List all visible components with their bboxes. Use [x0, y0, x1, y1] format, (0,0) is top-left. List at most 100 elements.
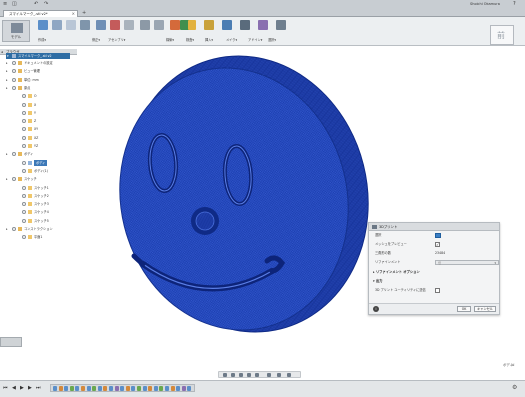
shell-tool-icon[interactable]: [124, 20, 134, 30]
new-component-tool-icon[interactable]: [154, 20, 164, 30]
go-to-end-icon[interactable]: ⏭: [36, 385, 41, 391]
view-cube[interactable]: 前: [490, 25, 514, 45]
visibility-eye-icon[interactable]: [22, 160, 26, 165]
fillet-tool-icon[interactable]: [110, 20, 120, 30]
collapse-browser-icon[interactable]: ◂: [1, 49, 3, 55]
browser-item[interactable]: Z: [22, 118, 77, 124]
step-back-icon[interactable]: ◀: [12, 385, 16, 391]
expand-triangle-icon[interactable]: ▸: [6, 85, 8, 91]
browser-item[interactable]: ▸ 単位: mm: [6, 77, 77, 83]
group-inspect[interactable]: 検査▾: [186, 37, 194, 42]
timeline-settings-icon[interactable]: ⚙: [512, 384, 517, 391]
timeline-feature-icon[interactable]: [181, 386, 186, 391]
visibility-eye-icon[interactable]: [22, 119, 26, 124]
timeline-feature-icon[interactable]: [53, 386, 57, 391]
timeline-feature-icon[interactable]: [69, 386, 74, 391]
visibility-eye-icon[interactable]: [22, 110, 26, 115]
timeline-feature-icon[interactable]: [176, 386, 181, 391]
go-to-start-icon[interactable]: ⏮: [3, 385, 8, 391]
info-icon[interactable]: i: [373, 306, 379, 312]
look-at-icon[interactable]: [231, 373, 235, 377]
browser-item[interactable]: スケッチ3: [22, 201, 77, 207]
browser-item[interactable]: ▸ コンストラクション: [6, 226, 77, 232]
expand-triangle-icon[interactable]: ▸: [6, 226, 8, 232]
fit-icon[interactable]: [255, 373, 259, 377]
browser-item[interactable]: XZ: [22, 135, 77, 141]
browser-item[interactable]: ▸ ドキュメントの設定: [6, 60, 77, 66]
timeline-feature-icon[interactable]: [153, 386, 158, 391]
output-section[interactable]: ▾ 出力: [373, 278, 382, 285]
timeline-feature-icon[interactable]: [187, 386, 192, 391]
browser-item[interactable]: ボディ(1): [22, 168, 77, 174]
browser-item[interactable]: スケッチ4: [22, 209, 77, 215]
browser-item[interactable]: ▸ 原点: [6, 85, 77, 91]
new-tab-button[interactable]: +: [82, 10, 86, 16]
browser-item[interactable]: ボディ: [22, 159, 77, 166]
group-insert[interactable]: 挿入▾: [205, 37, 213, 42]
canvas-viewport[interactable]: [77, 49, 525, 369]
group-modify[interactable]: 修正▾: [92, 37, 100, 42]
visibility-eye-icon[interactable]: [12, 177, 16, 182]
visibility-eye-icon[interactable]: [22, 102, 26, 107]
browser-item[interactable]: スケッチ5: [22, 218, 77, 224]
timeline-feature-icon[interactable]: [75, 386, 80, 391]
timeline-feature-icon[interactable]: [142, 386, 147, 391]
visibility-eye-icon[interactable]: [22, 168, 26, 173]
timeline-feature-icon[interactable]: [131, 386, 136, 391]
visibility-eye-icon[interactable]: [22, 210, 26, 215]
joint-tool-icon[interactable]: [140, 20, 150, 30]
zoom-icon[interactable]: [247, 373, 251, 377]
file-icon[interactable]: ◫: [12, 1, 17, 8]
browser-item[interactable]: X: [22, 102, 77, 108]
app-menu-icon[interactable]: ≡: [3, 1, 7, 8]
document-tab[interactable]: スマイルマーク_.stl v2* ×: [3, 10, 78, 17]
timeline-feature-icon[interactable]: [92, 386, 97, 391]
refinement-dropdown[interactable]: 低 ▾: [435, 260, 499, 265]
resize-grip-icon[interactable]: ⇲: [511, 362, 514, 367]
expand-triangle-icon[interactable]: ▾: [7, 53, 9, 59]
grid-settings-icon[interactable]: [277, 373, 281, 377]
browser-item[interactable]: スケッチ1: [22, 185, 77, 191]
timeline-feature-icon[interactable]: [103, 386, 108, 391]
timeline-feature-icon[interactable]: [148, 386, 153, 391]
measure-tool-icon[interactable]: [204, 20, 214, 30]
timeline-strip[interactable]: [50, 384, 195, 392]
body-selection-button[interactable]: [435, 233, 441, 238]
help-icon[interactable]: ?: [513, 1, 516, 8]
visibility-eye-icon[interactable]: [22, 235, 26, 240]
axis-tool-icon[interactable]: [188, 20, 196, 30]
sketch-tool-icon[interactable]: [38, 20, 48, 30]
smiley-mesh-model[interactable]: [77, 49, 525, 369]
browser-item[interactable]: ▸ ビュー管理: [6, 68, 77, 74]
insert-image-tool-icon[interactable]: [222, 20, 232, 30]
comments-panel-toggle[interactable]: [0, 337, 22, 347]
visibility-eye-icon[interactable]: [12, 61, 16, 65]
play-icon[interactable]: ▶: [20, 385, 24, 391]
timeline-feature-icon[interactable]: [58, 386, 63, 391]
visibility-eye-icon[interactable]: [22, 193, 26, 198]
group-addins[interactable]: アドイン▾: [248, 37, 262, 42]
browser-item[interactable]: スケッチ2: [22, 193, 77, 199]
offset-plane-tool-icon[interactable]: [170, 20, 180, 30]
timeline-feature-icon[interactable]: [125, 386, 130, 391]
select-tool-icon[interactable]: [276, 20, 286, 30]
timeline-feature-icon[interactable]: [165, 386, 169, 391]
ok-button[interactable]: OK: [457, 306, 471, 312]
visibility-eye-icon[interactable]: [12, 77, 16, 82]
browser-root[interactable]: ▾ スマイルマーク_.stl v2: [6, 53, 70, 59]
undo-icon[interactable]: ↶: [34, 1, 38, 8]
visibility-eye-icon[interactable]: [22, 202, 26, 207]
press-pull-tool-icon[interactable]: [96, 20, 106, 30]
expand-triangle-icon[interactable]: ▸: [6, 77, 8, 83]
expand-triangle-icon[interactable]: ▸: [6, 176, 8, 182]
user-name[interactable]: Shoichi Okamura: [470, 1, 500, 8]
viewports-icon[interactable]: [287, 373, 291, 377]
expand-triangle-icon[interactable]: ▸: [6, 68, 8, 74]
timeline-feature-icon[interactable]: [64, 386, 69, 391]
timeline-feature-icon[interactable]: [170, 386, 175, 391]
visibility-eye-icon[interactable]: [12, 152, 16, 157]
group-construct[interactable]: 構築▾: [166, 37, 174, 42]
visibility-eye-icon[interactable]: [12, 85, 16, 90]
visibility-eye-icon[interactable]: [22, 94, 26, 99]
expand-triangle-icon[interactable]: ▸: [6, 60, 8, 66]
